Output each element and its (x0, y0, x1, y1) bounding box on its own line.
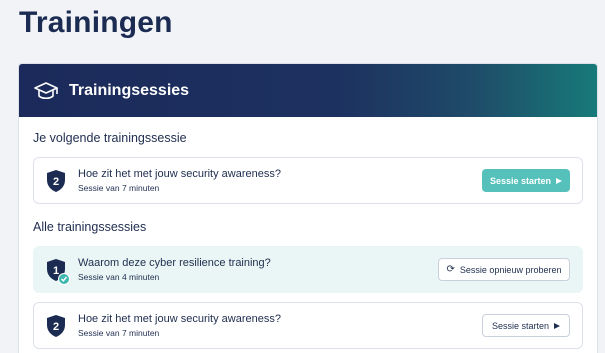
session-number: 2 (53, 321, 59, 333)
refresh-icon: ⟳ (446, 264, 455, 275)
next-session-row: 2 Hoe zit het met jouw security awarenes… (33, 157, 583, 204)
session-title: Hoe zit het met jouw security awareness? (78, 313, 281, 325)
retry-session-button[interactable]: ⟳ Sessie opnieuw proberen (438, 258, 570, 281)
start-session-label: Sessie starten (491, 320, 550, 331)
page-title: Trainingen (19, 6, 173, 39)
start-session-label: Sessie starten (489, 175, 552, 186)
card-title: Trainingsessies (69, 81, 190, 99)
all-sessions-heading: Alle trainingssessies (33, 220, 147, 234)
session-number: 2 (53, 176, 59, 188)
graduation-cap-icon (33, 80, 59, 102)
shield-icon: 2 (46, 169, 66, 193)
session-row: 2 Hoe zit het met jouw security awarenes… (33, 302, 583, 349)
session-title: Waarom deze cyber resilience training? (78, 257, 271, 269)
session-row-completed: 1 Waarom deze cyber resilience training?… (33, 246, 583, 293)
session-duration: Sessie van 7 minuten (78, 183, 160, 193)
start-session-button[interactable]: Sessie starten (482, 169, 570, 192)
next-session-heading: Je volgende trainingssessie (33, 131, 187, 145)
session-duration: Sessie van 4 minuten (78, 272, 160, 282)
training-sessions-card: Trainingsessies Je volgende trainingsses… (18, 63, 598, 353)
shield-icon: 2 (46, 314, 66, 338)
checkmark-icon (58, 272, 70, 285)
retry-session-label: Sessie opnieuw proberen (459, 264, 562, 275)
start-session-button[interactable]: Sessie starten (482, 314, 570, 337)
shield-check-icon: 1 (46, 258, 70, 285)
card-header: Trainingsessies (19, 64, 597, 117)
session-duration: Sessie van 7 minuten (78, 328, 160, 338)
play-icon (554, 322, 561, 329)
session-title: Hoe zit het met jouw security awareness? (78, 168, 281, 180)
play-icon (556, 177, 563, 184)
